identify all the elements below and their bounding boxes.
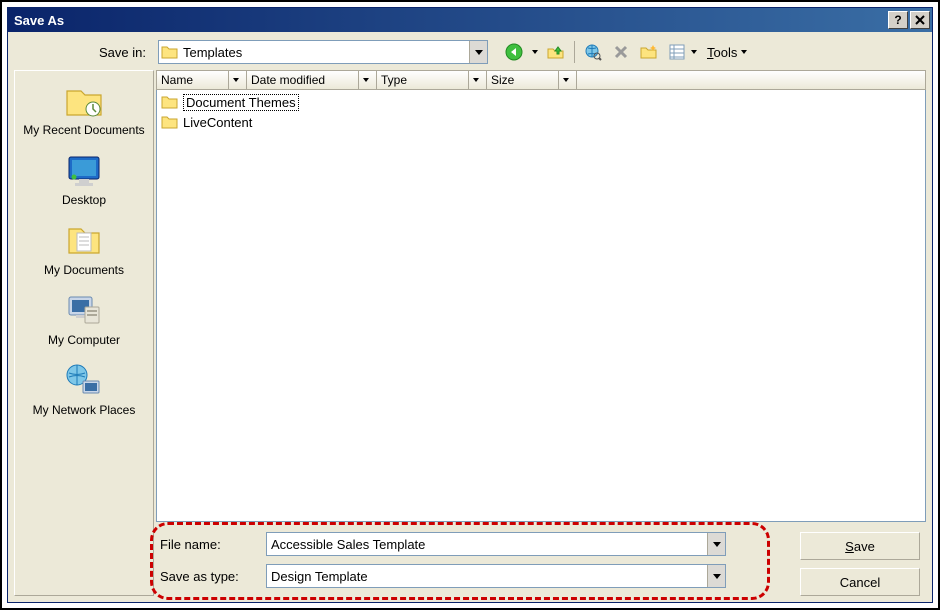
folder-up-icon xyxy=(547,43,565,61)
tools-menu[interactable]: Tools xyxy=(703,40,749,64)
save-as-type-label: Save as type: xyxy=(160,569,260,584)
save-in-value: Templates xyxy=(183,45,465,60)
places-recent-documents[interactable]: My Recent Documents xyxy=(15,75,153,145)
delete-button[interactable] xyxy=(609,40,633,64)
places-my-documents[interactable]: My Documents xyxy=(15,215,153,285)
views-icon xyxy=(668,43,686,61)
back-arrow-icon xyxy=(505,43,523,61)
new-folder-icon xyxy=(640,43,658,61)
views-dropdown-arrow[interactable] xyxy=(689,40,699,64)
col-size[interactable]: Size xyxy=(487,71,577,89)
save-as-type-combo[interactable]: Design Template xyxy=(266,564,726,588)
network-places-icon xyxy=(63,359,105,401)
file-name-combo[interactable]: Accessible Sales Template xyxy=(266,532,726,556)
file-item[interactable]: Document Themes xyxy=(159,92,923,112)
recent-documents-icon xyxy=(63,79,105,121)
places-my-computer[interactable]: My Computer xyxy=(15,285,153,355)
file-name: LiveContent xyxy=(183,115,252,130)
cancel-button[interactable]: Cancel xyxy=(800,568,920,596)
folder-icon xyxy=(161,113,179,131)
places-label: My Recent Documents xyxy=(23,123,144,137)
col-filler xyxy=(577,71,925,89)
file-name-value: Accessible Sales Template xyxy=(271,537,707,552)
col-date-modified[interactable]: Date modified xyxy=(247,71,377,89)
back-button[interactable] xyxy=(502,40,526,64)
save-as-type-value: Design Template xyxy=(271,569,707,584)
chevron-down-icon[interactable] xyxy=(707,565,725,587)
save-in-combo[interactable]: Templates xyxy=(158,40,488,64)
back-dropdown-arrow[interactable] xyxy=(530,40,540,64)
desktop-icon xyxy=(63,149,105,191)
save-in-label: Save in: xyxy=(14,45,152,60)
folder-icon xyxy=(161,43,179,61)
places-desktop[interactable]: Desktop xyxy=(15,145,153,215)
file-item[interactable]: LiveContent xyxy=(159,112,923,132)
toolbar-separator xyxy=(574,41,575,63)
delete-x-icon xyxy=(614,45,628,59)
places-label: My Documents xyxy=(44,263,124,277)
up-one-level-button[interactable] xyxy=(544,40,568,64)
places-bar: My Recent Documents Desktop My Documents… xyxy=(14,70,154,596)
col-sort-arrow[interactable] xyxy=(558,71,572,89)
bottom-fields: File name: Accessible Sales Template Sav… xyxy=(156,526,776,596)
places-label: Desktop xyxy=(62,193,106,207)
col-type[interactable]: Type xyxy=(377,71,487,89)
titlebar: Save As ? xyxy=(8,8,932,32)
chevron-down-icon[interactable] xyxy=(707,533,725,555)
search-web-button[interactable] xyxy=(581,40,605,64)
columns-header: Name Date modified Type Size xyxy=(156,70,926,90)
save-button[interactable]: Save xyxy=(800,532,920,560)
tools-label: Tools xyxy=(703,45,739,60)
help-button[interactable]: ? xyxy=(888,11,908,29)
save-as-dialog: Save As ? Save in: Templates xyxy=(7,7,933,603)
views-button[interactable] xyxy=(665,40,689,64)
folder-icon xyxy=(161,93,179,111)
places-label: My Computer xyxy=(48,333,120,347)
col-name[interactable]: Name xyxy=(157,71,247,89)
tools-dropdown-arrow xyxy=(739,40,749,64)
places-label: My Network Places xyxy=(33,403,136,417)
close-button[interactable] xyxy=(910,11,930,29)
my-computer-icon xyxy=(63,289,105,331)
globe-search-icon xyxy=(584,43,602,61)
col-sort-arrow[interactable] xyxy=(358,71,372,89)
title-text: Save As xyxy=(14,13,886,28)
new-folder-button[interactable] xyxy=(637,40,661,64)
toolbar: Tools xyxy=(502,40,749,64)
places-my-network-places[interactable]: My Network Places xyxy=(15,355,153,425)
my-documents-icon xyxy=(63,219,105,261)
file-name-label: File name: xyxy=(160,537,260,552)
file-list[interactable]: Document Themes LiveContent xyxy=(156,90,926,522)
col-sort-arrow[interactable] xyxy=(468,71,482,89)
file-name: Document Themes xyxy=(183,94,299,111)
chevron-down-icon[interactable] xyxy=(469,41,487,63)
col-sort-arrow[interactable] xyxy=(228,71,242,89)
